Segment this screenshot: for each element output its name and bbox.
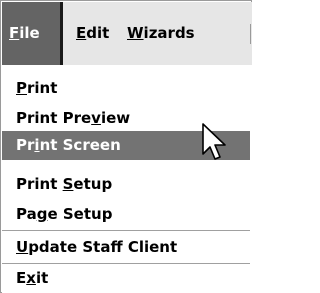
menu-edit[interactable]: Edit [76,2,109,65]
menu-item-exit[interactable]: Exit [2,263,250,293]
menu-item-page-setup-label: Page Setup [16,205,113,223]
menu-item-exit-label: Exit [16,269,49,287]
menu-file[interactable]: File [2,2,63,65]
menu-item-print-preview-label: Print Preview [16,109,131,127]
menu-item-page-setup[interactable]: Page Setup [2,199,250,229]
menu-divider [2,230,250,231]
arrow-pointer-icon [202,123,226,160]
menu-item-print-setup-label: Print Setup [16,175,113,193]
app-window: File Edit Wizards Print Print Preview Pr… [0,0,252,293]
menubar-separator [250,24,251,44]
menu-wizards-label: Wizards [127,24,195,42]
menu-item-update-staff-client-label: Update Staff Client [16,238,178,256]
file-dropdown-menu: Print Print Preview Print Screen Print S… [2,65,252,293]
menu-item-print-screen-label: Print Screen [16,136,121,154]
menu-file-label: File [9,24,40,42]
menu-item-print[interactable]: Print [2,73,250,103]
menu-wizards[interactable]: Wizards [127,2,195,65]
menu-item-print-label: Print [16,79,58,97]
menu-edit-label: Edit [76,24,110,42]
menu-item-print-setup[interactable]: Print Setup [2,169,250,199]
menu-item-update-staff-client[interactable]: Update Staff Client [2,232,250,262]
menu-bar: File Edit Wizards [2,2,252,65]
